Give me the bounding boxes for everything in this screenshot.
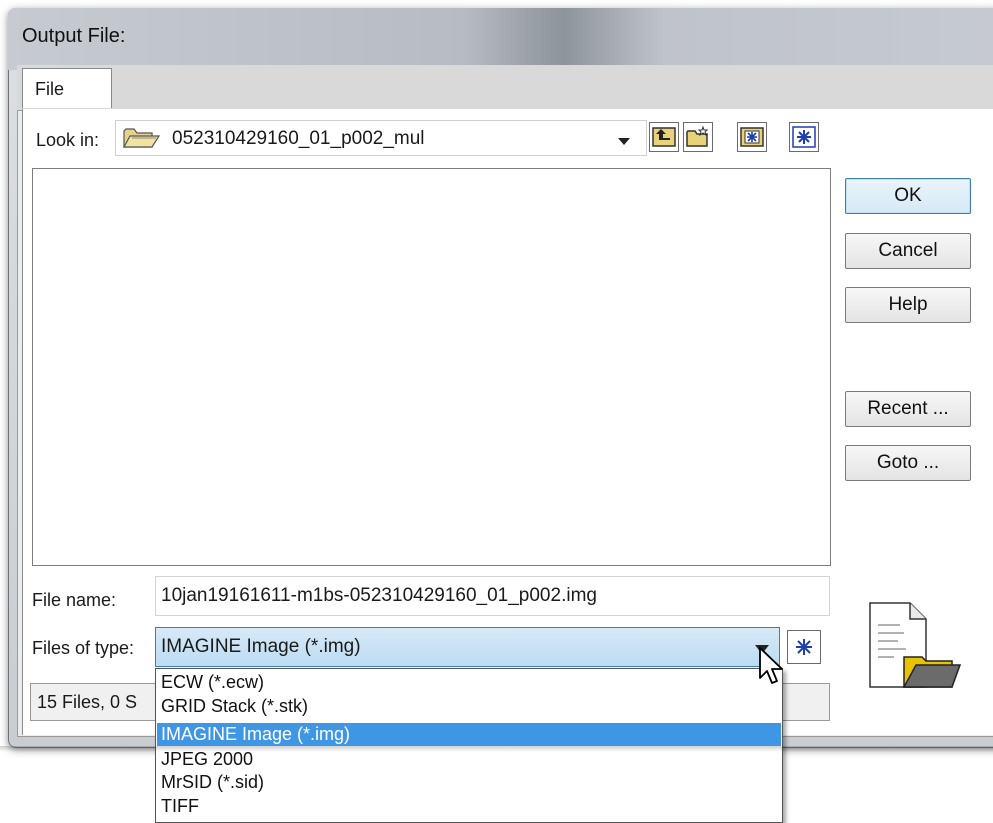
dropdown-option-imagine-image[interactable]: IMAGINE Image (*.img) (157, 723, 781, 746)
dropdown-option-ecw[interactable]: ECW (*.ecw) (157, 671, 781, 694)
file-list[interactable] (32, 168, 831, 566)
look-in-value: 052310429160_01_p002_mul (172, 128, 425, 149)
document-folder-icon (860, 595, 965, 700)
help-button[interactable]: Help (845, 287, 971, 323)
ok-button[interactable]: OK (845, 178, 971, 214)
files-of-type-label: Files of type: (32, 638, 135, 658)
window-title: Output File: (22, 25, 126, 47)
window-shadow (0, 746, 993, 752)
dropdown-option-mrsid[interactable]: MrSID (*.sid) (157, 771, 781, 794)
look-in-dropdown-arrow-icon[interactable] (618, 138, 630, 145)
view-icon[interactable] (737, 122, 767, 152)
mouse-cursor-icon (758, 646, 788, 691)
up-folder-icon[interactable] (649, 122, 679, 152)
dropdown-option-grid-stack[interactable]: GRID Stack (*.stk) (157, 695, 781, 718)
sparkle-icon[interactable] (789, 122, 819, 152)
tab-file[interactable]: File (22, 68, 112, 108)
dropdown-option-tiff[interactable]: TIFF (157, 795, 781, 818)
open-folder-icon (122, 125, 162, 156)
file-name-field[interactable]: 10jan19161611-m1bs-052310429160_01_p002.… (155, 576, 830, 616)
look-in-label: Look in: (36, 130, 100, 150)
goto-button[interactable]: Goto ... (845, 445, 971, 481)
file-name-label: File name: (32, 590, 117, 610)
tab-strip (17, 65, 993, 111)
title-bar[interactable] (8, 8, 993, 70)
recent-button[interactable]: Recent ... (845, 391, 971, 427)
files-of-type-combo[interactable]: IMAGINE Image (*.img) (155, 627, 780, 667)
filter-sparkle-icon[interactable] (787, 630, 821, 664)
cancel-button[interactable]: Cancel (845, 233, 971, 269)
new-folder-icon[interactable] (683, 122, 713, 152)
